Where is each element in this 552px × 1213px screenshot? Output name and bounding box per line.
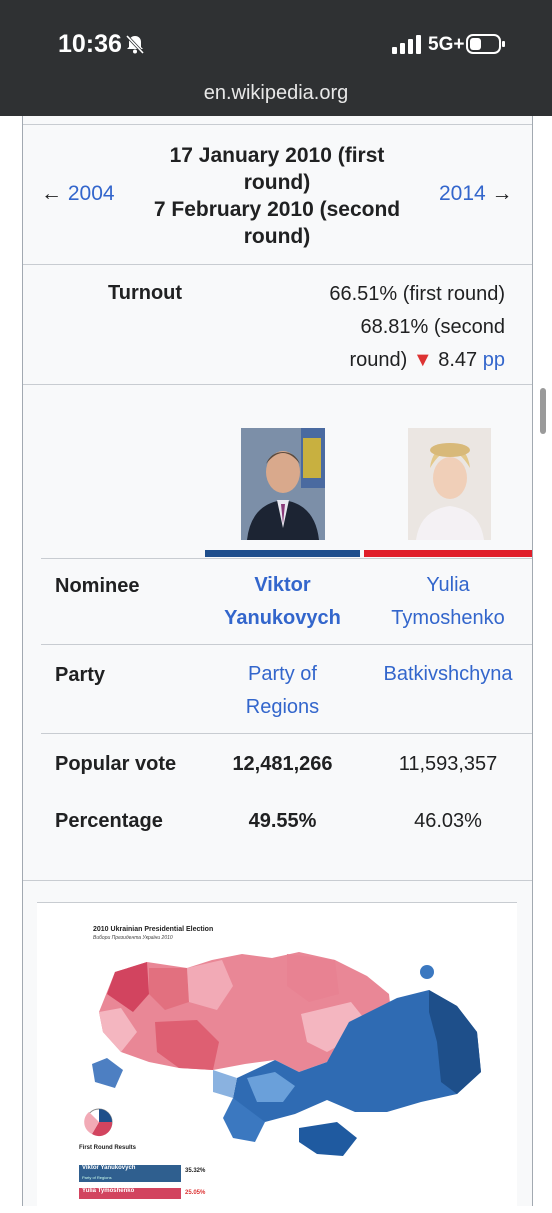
election-dates: 17 January 2010 (first round) 7 February… bbox=[143, 142, 411, 250]
result-tymoshenko-bar: Yulia Tymoshenko bbox=[79, 1188, 181, 1199]
date-line: 17 January 2010 (first bbox=[169, 144, 385, 167]
next-election-year: 2014 bbox=[439, 182, 486, 205]
address-bar[interactable]: en.wikipedia.org bbox=[0, 82, 552, 105]
date-line: round) bbox=[243, 225, 311, 248]
election-results-map[interactable]: 2010 Ukrainian Presidential Election Виб… bbox=[37, 902, 517, 1213]
nominee-tymoshenko-link[interactable]: Yulia Tymoshenko bbox=[364, 569, 532, 635]
divider bbox=[23, 384, 532, 385]
divider bbox=[41, 644, 532, 645]
silent-mode-icon bbox=[125, 34, 145, 55]
tymoshenko-popular-vote: 11,593,357 bbox=[398, 753, 498, 775]
yanukovych-popular-vote: 12,481,266 bbox=[232, 753, 333, 775]
arrow-left-icon: ← bbox=[41, 182, 68, 205]
decrease-triangle-icon: ▼ bbox=[412, 349, 433, 371]
turnout-line: 66.51% (first round) bbox=[329, 283, 505, 305]
candidate-photo-yanukovych[interactable] bbox=[241, 428, 325, 540]
election-infobox: ← 2004 17 January 2010 (first round) 7 F… bbox=[22, 116, 533, 1213]
yanukovych-percentage: 49.55% bbox=[248, 810, 317, 832]
result-tymoshenko-pct: 25.05% bbox=[185, 1190, 206, 1196]
popular-vote-label: Popular vote bbox=[55, 753, 177, 775]
date-line: round) bbox=[243, 171, 311, 194]
divider bbox=[23, 264, 532, 265]
percentage-point-link[interactable]: pp bbox=[483, 349, 505, 371]
previous-election-year: 2004 bbox=[67, 182, 115, 205]
divider bbox=[23, 880, 532, 881]
nominee-yanukovych-link[interactable]: Viktor Yanukovych bbox=[205, 569, 360, 635]
party-of-regions-link[interactable]: Party of Regions bbox=[205, 658, 360, 724]
clock: 10:36 bbox=[58, 30, 122, 58]
status-bar: 10:36 5G+ en.wikipedia.org bbox=[0, 0, 552, 116]
turnout-line: round) ▼ 8.47 pp bbox=[349, 349, 505, 371]
result-yanukovych-pct: 35.32% bbox=[185, 1168, 206, 1174]
network-type: 5G+ bbox=[428, 34, 465, 55]
battery-icon bbox=[466, 34, 505, 54]
turnout-label: Turnout bbox=[108, 282, 183, 304]
percentage-label: Percentage bbox=[55, 810, 163, 832]
turnout-line: 68.81% (second bbox=[360, 316, 505, 338]
candidate-photo-tymoshenko[interactable] bbox=[408, 428, 491, 540]
result-yanukovych-party: Party of Regions bbox=[79, 1175, 181, 1182]
map-title: 2010 Ukrainian Presidential Election bbox=[93, 926, 214, 933]
page-scrollbar[interactable] bbox=[540, 388, 546, 434]
first-round-results-title: First Round Results bbox=[79, 1145, 137, 1151]
cellular-signal-icon bbox=[392, 35, 421, 54]
tymoshenko-color-bar bbox=[364, 550, 532, 557]
party-label: Party bbox=[55, 664, 106, 686]
nominee-label: Nominee bbox=[55, 575, 140, 597]
divider bbox=[41, 558, 532, 559]
map-subtitle: Вибори Президента України 2010 bbox=[93, 935, 173, 941]
previous-election-link[interactable]: ← 2004 bbox=[41, 182, 115, 206]
batkivshchyna-link[interactable]: Batkivshchyna bbox=[364, 658, 532, 691]
turnout-change: 8.47 bbox=[438, 349, 478, 371]
divider bbox=[41, 733, 532, 734]
divider bbox=[23, 124, 532, 125]
date-line: 7 February 2010 (second bbox=[153, 198, 401, 221]
tymoshenko-percentage: 46.03% bbox=[414, 810, 482, 832]
next-election-link[interactable]: 2014 → bbox=[439, 182, 513, 206]
turnout-value: 66.51% (first round) 68.81% (second roun… bbox=[291, 278, 505, 377]
yanukovych-color-bar bbox=[205, 550, 360, 557]
arrow-right-icon: → bbox=[485, 182, 513, 205]
